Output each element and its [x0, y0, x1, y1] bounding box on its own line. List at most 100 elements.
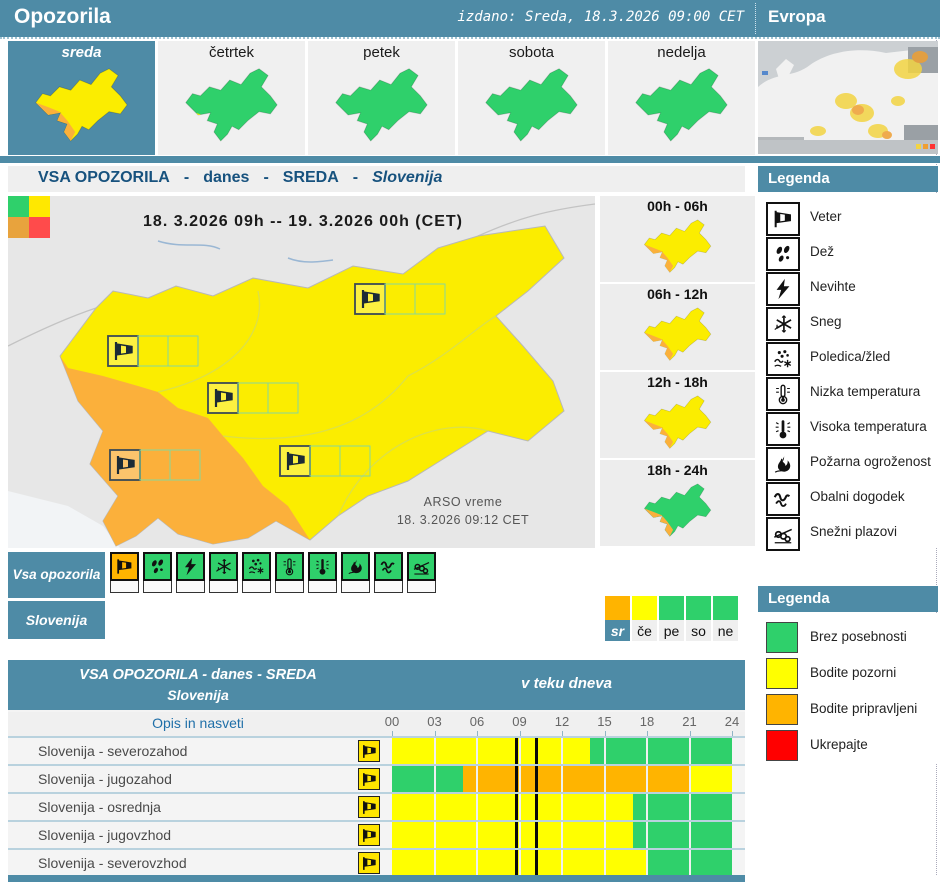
legend-item-label: Dež	[810, 244, 834, 259]
now-marker	[535, 850, 538, 876]
day-severity-square-so	[686, 596, 711, 620]
legend-item-storm: Nevihte	[758, 270, 938, 305]
filter-ice-button[interactable]	[242, 552, 271, 593]
filter-cold-button[interactable]	[275, 552, 304, 593]
europe-map-thumbnail[interactable]	[758, 41, 938, 154]
hour-label: 15	[590, 714, 620, 729]
severity-label: Bodite pripravljeni	[810, 701, 917, 716]
region-row-label[interactable]: Slovenija - severozahod	[38, 743, 187, 759]
grid-line	[561, 738, 563, 764]
time-of-day-panels: 00h - 06h 06h - 12h 12h - 18h 18h - 24h	[600, 196, 755, 548]
snow-icon	[209, 552, 238, 581]
severity-swatch	[766, 730, 798, 761]
day-severity-square-ne	[713, 596, 738, 620]
legend-item-windsock: Veter	[758, 200, 938, 235]
filter-checkbox[interactable]	[374, 581, 403, 593]
legend-item-ice: Poledica/žled	[758, 340, 938, 375]
severity-segment	[392, 766, 463, 792]
warning-row-3: Slovenija - osrednja	[8, 792, 745, 820]
filter-checkbox[interactable]	[110, 581, 139, 593]
filter-checkbox[interactable]	[176, 581, 205, 593]
slovenia-mini-map	[175, 62, 289, 150]
legend-icons-title: Legenda	[768, 170, 830, 187]
grid-line	[476, 822, 478, 848]
warnings-table: VSA OPOZORILA - danes - SREDA Slovenija …	[8, 660, 745, 882]
day-strip-label-če[interactable]: če	[632, 620, 657, 641]
legend-item-label: Nizka temperatura	[810, 384, 920, 399]
filter-snow-button[interactable]	[209, 552, 238, 593]
filter-fire-button[interactable]	[341, 552, 370, 593]
day-tab-label: nedelja	[608, 44, 755, 61]
title-segment: SREDA	[283, 169, 339, 186]
now-marker	[515, 794, 518, 820]
day-tab-sreda[interactable]: sreda	[8, 41, 155, 155]
cold-icon	[275, 552, 304, 581]
severity-swatch	[766, 694, 798, 725]
hot-icon	[308, 552, 337, 581]
warning-row-4: Slovenija - jugovzhod	[8, 820, 745, 848]
europe-link[interactable]: Evropa	[768, 7, 826, 27]
filter-checkbox[interactable]	[308, 581, 337, 593]
grid-line	[519, 794, 521, 820]
legend-item-fire: Požarna ogroženost	[758, 445, 938, 480]
region-row-label[interactable]: Slovenija - osrednja	[38, 799, 161, 815]
grid-line	[519, 850, 521, 876]
table-subheader: Opis in nasveti 000306091215182124	[8, 712, 745, 736]
legend-item-label: Veter	[810, 209, 842, 224]
slovenia-mini-map	[625, 62, 739, 150]
filter-hot-button[interactable]	[308, 552, 337, 593]
filter-windsock-button[interactable]	[110, 552, 139, 593]
legend-colors-title: Legenda	[768, 590, 830, 607]
severity-swatch	[766, 658, 798, 689]
table-header: VSA OPOZORILA - danes - SREDA Slovenija …	[8, 660, 745, 710]
now-marker	[535, 766, 538, 792]
title-segment: Slovenija	[372, 169, 442, 186]
day-severity-square-če	[632, 596, 657, 620]
day-strip-label-sr[interactable]: sr	[605, 620, 630, 641]
grid-line	[646, 822, 648, 848]
day-tabs: sreda četrtek petek sobota nedelja	[8, 41, 755, 155]
grid-line	[434, 850, 436, 876]
description-header: Opis in nasveti	[8, 715, 388, 731]
filter-checkbox[interactable]	[407, 581, 436, 593]
legend-item-hot: Visoka temperatura	[758, 410, 938, 445]
region-row-label[interactable]: Slovenija - severovzhod	[38, 855, 187, 871]
header-separator	[755, 3, 756, 34]
fire-icon	[341, 552, 370, 581]
filter-checkbox[interactable]	[341, 581, 370, 593]
filter-checkbox[interactable]	[242, 581, 271, 593]
grid-line	[476, 766, 478, 792]
time-panel-label: 18h - 24h	[600, 462, 755, 478]
filter-checkbox[interactable]	[209, 581, 238, 593]
hour-label: 18	[632, 714, 662, 729]
grid-line	[561, 794, 563, 820]
filter-storm-button[interactable]	[176, 552, 205, 593]
day-tab-sobota[interactable]: sobota	[458, 41, 605, 155]
legend-item-label: Nevihte	[810, 279, 856, 294]
grid-line	[604, 850, 606, 876]
day-strip-label-pe[interactable]: pe	[659, 620, 684, 641]
region-row-label[interactable]: Slovenija - jugozahod	[38, 771, 172, 787]
grid-line	[476, 794, 478, 820]
region-row-label[interactable]: Slovenija - jugovzhod	[38, 827, 171, 843]
day-tab-nedelja[interactable]: nedelja	[608, 41, 755, 155]
hour-label: 12	[547, 714, 577, 729]
severity-label: Brez posebnosti	[810, 629, 907, 644]
filter-checkbox[interactable]	[275, 581, 304, 593]
day-strip-label-so[interactable]: so	[686, 620, 711, 641]
filter-avalanche-button[interactable]	[407, 552, 436, 593]
now-marker	[515, 822, 518, 848]
day-strip-label-ne[interactable]: ne	[713, 620, 738, 641]
legend-icons-panel: Veter Dež Nevihte Sneg Poledica/žled Niz…	[758, 194, 938, 548]
coast-icon	[374, 552, 403, 581]
filter-checkbox[interactable]	[143, 581, 172, 593]
grid-line	[689, 794, 691, 820]
time-panel-12h-18h: 12h - 18h	[600, 372, 755, 458]
filter-coast-button[interactable]	[374, 552, 403, 593]
filter-rain-button[interactable]	[143, 552, 172, 593]
day-tab-četrtek[interactable]: četrtek	[158, 41, 305, 155]
severity-segment	[590, 738, 732, 764]
severity-segment	[392, 794, 633, 820]
dotted-divider	[0, 37, 940, 39]
day-tab-petek[interactable]: petek	[308, 41, 455, 155]
